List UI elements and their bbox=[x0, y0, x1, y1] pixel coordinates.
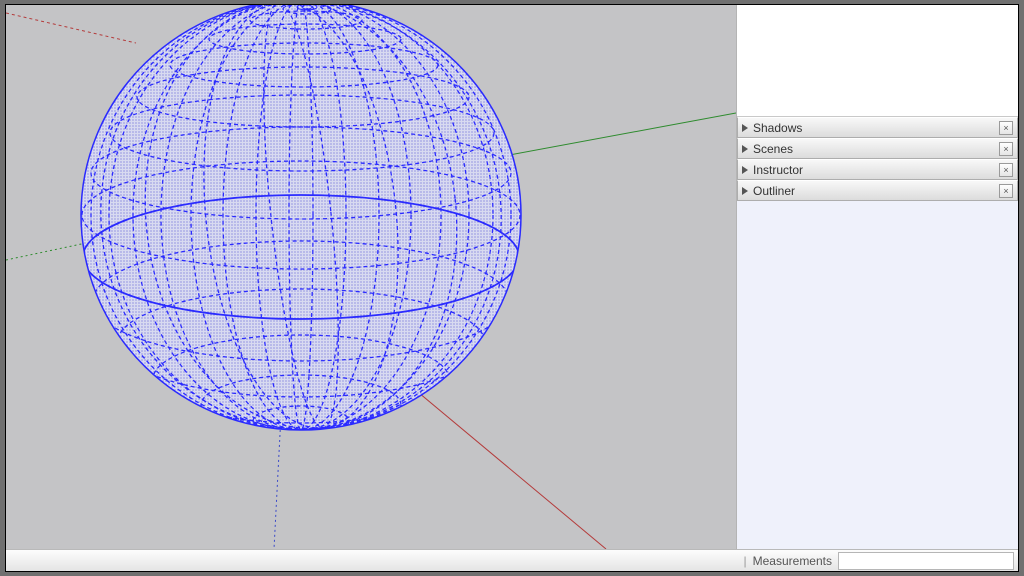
close-icon[interactable]: × bbox=[999, 184, 1013, 198]
panel-outliner[interactable]: Outliner × bbox=[737, 180, 1018, 201]
measurements-label: Measurements bbox=[753, 554, 832, 568]
close-icon[interactable]: × bbox=[999, 142, 1013, 156]
measurements-input[interactable] bbox=[838, 552, 1014, 570]
status-bar: | Measurements bbox=[6, 549, 1018, 571]
expand-icon bbox=[742, 166, 748, 174]
panel-label: Outliner bbox=[753, 184, 999, 198]
model-viewport[interactable] bbox=[6, 5, 736, 549]
panel-label: Scenes bbox=[753, 142, 999, 156]
expand-icon bbox=[742, 145, 748, 153]
status-separator: | bbox=[744, 554, 747, 568]
panel-instructor[interactable]: Instructor × bbox=[737, 159, 1018, 180]
expand-icon bbox=[742, 187, 748, 195]
panel-label: Shadows bbox=[753, 121, 999, 135]
side-panel-blank bbox=[737, 5, 1018, 117]
close-icon[interactable]: × bbox=[999, 163, 1013, 177]
panel-label: Instructor bbox=[753, 163, 999, 177]
panel-scenes[interactable]: Scenes × bbox=[737, 138, 1018, 159]
expand-icon bbox=[742, 124, 748, 132]
side-panel-tray: Shadows × Scenes × Instructor × Outliner… bbox=[736, 5, 1018, 549]
app-frame: Shadows × Scenes × Instructor × Outliner… bbox=[5, 4, 1019, 572]
close-icon[interactable]: × bbox=[999, 121, 1013, 135]
panel-shadows[interactable]: Shadows × bbox=[737, 117, 1018, 138]
